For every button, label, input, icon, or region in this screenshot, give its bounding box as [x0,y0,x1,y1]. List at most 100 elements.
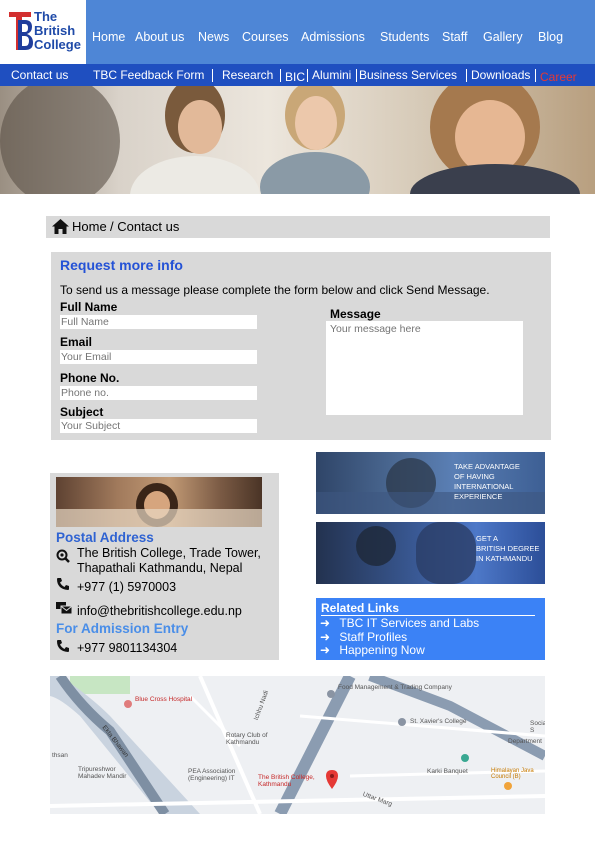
map-label-pea-association: PEA Association (Engineering) IT [188,768,236,782]
full-name-label: Full Name [60,300,118,314]
subnav-divider [535,69,536,82]
subnav-divider [212,69,213,82]
subnav-research[interactable]: Research [222,68,273,84]
location-map[interactable]: Blue Cross Hospital Food Management & Tr… [50,676,545,814]
related-link-it-services[interactable]: ➜ TBC IT Services and Labs [320,616,479,630]
related-link-label: Happening Now [339,643,425,657]
nav-gallery[interactable]: Gallery [483,30,523,46]
subject-label: Subject [60,405,104,419]
email-input[interactable] [60,350,257,364]
related-link-happening-now[interactable]: ➜ Happening Now [320,643,425,657]
phone-label: Phone No. [60,371,120,385]
subnav-career[interactable]: Career [540,70,577,86]
breadcrumb-current: / Contact us [110,219,180,234]
banner-1-text: Take advantage of having international e… [454,462,520,502]
subnav-divider [280,69,281,82]
hero-shape [260,152,370,194]
map-canvas [50,676,545,814]
message-textarea[interactable] [326,321,523,415]
map-label-thsan: thsan [52,752,68,759]
hero-shape [130,156,260,194]
subnav-downloads[interactable]: Downloads [471,68,530,84]
nav-home[interactable]: Home [92,30,125,46]
map-label-himalayan-java: Himalayan Java Council (B) [491,768,534,780]
hero-shape [410,164,580,194]
subnav-divider [307,69,308,82]
full-name-input[interactable] [60,315,257,329]
map-pin [504,782,512,790]
subnav-divider [356,69,357,82]
hero-shape [295,96,337,150]
nav-courses[interactable]: Courses [242,30,289,46]
subnav-alumini[interactable]: Alumini [312,68,351,84]
phone-icon [57,640,69,652]
message-label: Message [330,307,381,321]
nav-staff[interactable]: Staff [442,30,467,46]
map-pin [327,690,335,698]
subject-input[interactable] [60,419,257,433]
banner-british-degree[interactable]: Get a British degree in Kathmandu [316,522,545,584]
banner-1-line-4: experience [454,492,503,501]
subnav-feedback-form[interactable]: TBC Feedback Form [93,68,204,84]
hero-shape [455,100,525,174]
map-label-social: Social S [530,720,545,734]
form-title: Request more info [60,257,183,273]
banner-2-text: Get a British degree in Kathmandu [476,534,539,564]
home-icon[interactable] [52,219,69,234]
address-phone[interactable]: +977 (1) 5970003 [77,580,176,595]
search-location-icon [56,549,70,563]
banner-shape [416,522,476,584]
secondary-nav-bar: Contact us TBC Feedback Form Research BI… [0,64,595,86]
map-pin [124,700,132,708]
arrow-right-icon: ➜ [320,630,331,644]
logo-line-2: British [34,23,76,38]
related-link-staff-profiles[interactable]: ➜ Staff Profiles [320,630,407,644]
nav-admissions[interactable]: Admissions [301,30,365,46]
nav-news[interactable]: News [198,30,229,46]
map-street [50,794,545,808]
breadcrumb: Home / Contact us [46,216,550,238]
map-pin [398,718,406,726]
address-line-1: The British College, Trade Tower, [77,546,261,560]
banner-2-line-3: in Kathmandu [476,554,533,563]
map-label-blue-cross: Blue Cross Hospital [135,696,193,703]
subnav-contact-us[interactable]: Contact us [11,68,68,84]
form-intro: To send us a message please complete the… [60,283,490,297]
phone-input[interactable] [60,386,257,400]
admission-phone[interactable]: +977 9801134304 [77,641,177,656]
subnav-business-services[interactable]: Business Services [359,68,457,84]
top-nav-bar: The British College Home About us News C… [0,0,595,64]
address-line-2: Thapathali Kathmandu, Nepal [77,561,243,575]
map-main-road [274,676,356,814]
hero-shape [0,86,120,194]
logo-text: The British College [34,10,81,52]
banner-international-experience[interactable]: Take advantage of having international e… [316,452,545,514]
related-link-label: TBC IT Services and Labs [339,616,480,630]
banner-2-line-1: Get a [476,534,498,543]
request-info-form: Request more info To send us a message p… [51,252,551,440]
admission-entry-title: For Admission Entry [56,621,189,636]
phone-icon [57,578,69,590]
subnav-bic[interactable]: BIC [285,70,305,86]
banner-1-line-3: international [454,482,514,491]
nav-about-us[interactable]: About us [135,30,184,46]
postal-address-panel: Postal Address The British College, Trad… [50,473,279,660]
map-label-department: Department [508,738,542,745]
nav-students[interactable]: Students [380,30,429,46]
breadcrumb-home[interactable]: Home [72,219,107,234]
map-label-karki-banquet: Karki Banquet [427,768,468,775]
student-studying-image [56,477,262,527]
banner-1-line-1: Take advantage [454,462,520,471]
address-email[interactable]: info@thebritishcollege.edu.np [77,604,242,619]
nav-blog[interactable]: Blog [538,30,563,46]
hero-image-students [0,86,595,194]
mail-bulk-icon [56,602,73,615]
college-logo[interactable]: The British College [0,0,86,64]
related-links-panel: Related Links ➜ TBC IT Services and Labs… [316,598,545,660]
arrow-right-icon: ➜ [320,616,331,630]
map-label-tripureshwor: Tripureshwor Mahadev Mandir [78,766,127,780]
map-pin [461,754,469,762]
related-link-label: Staff Profiles [339,630,408,644]
arrow-right-icon: ➜ [320,643,331,657]
logo-line-1: The [34,9,58,24]
